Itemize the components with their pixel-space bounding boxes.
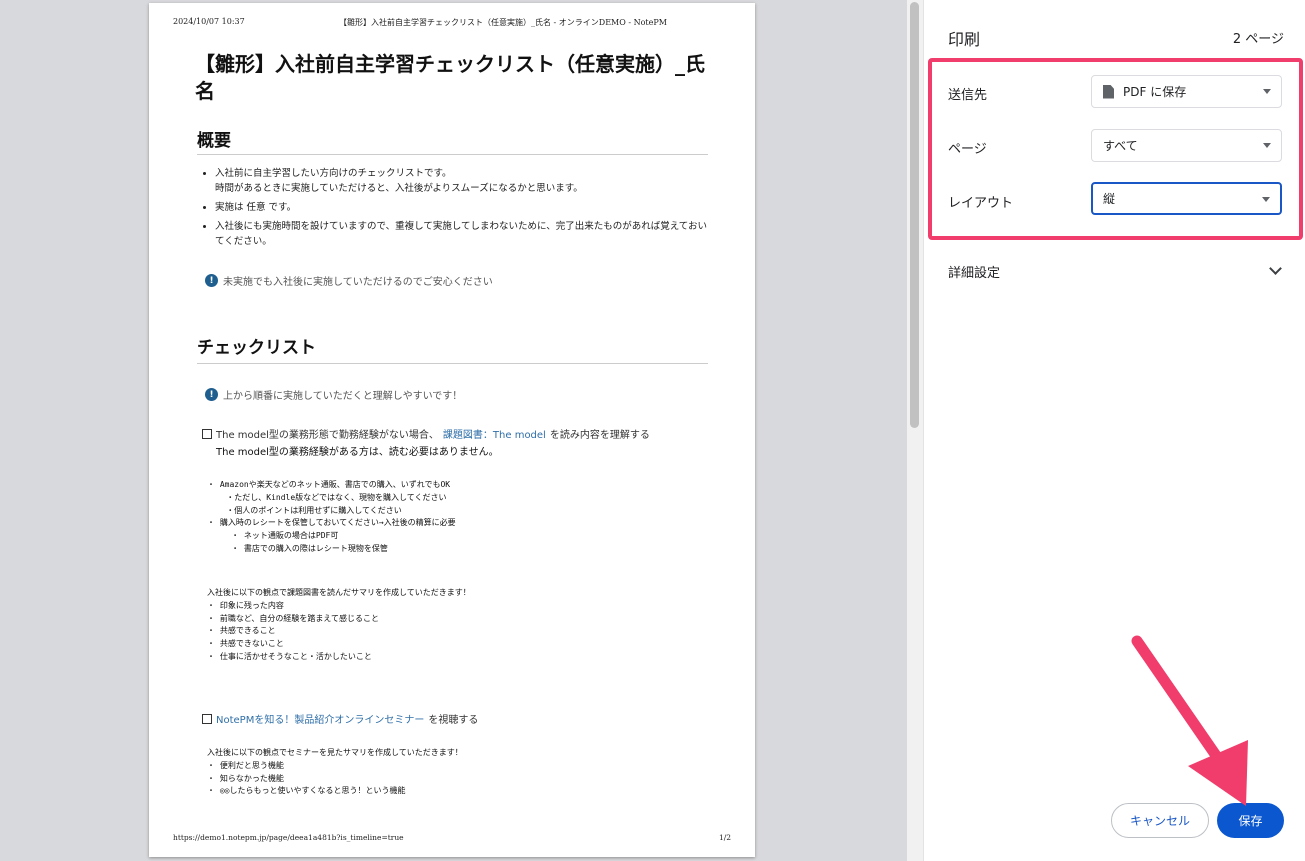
info-note: ! 未実施でも入社後に実施していただけるのでご安心ください (205, 273, 493, 288)
scrollbar-thumb[interactable] (910, 2, 919, 428)
checklist-item: NotePMを知る！製品紹介オンラインセミナー を視聴する (202, 711, 478, 726)
dropdown-arrow-icon (1263, 143, 1271, 148)
overview-list: 入社前に自主学習したい方向けのチェックリストです。時間があるときに実施していただ… (201, 166, 715, 253)
destination-value: PDF に保存 (1123, 85, 1187, 99)
pages-select[interactable]: すべて (1091, 129, 1282, 162)
divider (197, 154, 708, 155)
checklist-item: The model型の業務形態で勤務経験がない場合、 課題図書：The model… (202, 426, 650, 441)
footer-url: https://demo1.notepm.jp/page/deea1a481b?… (173, 833, 404, 842)
exclamation-icon: ! (205, 388, 218, 401)
info-note-text: 上から順番に実施していただくと理解しやすいです！ (223, 391, 463, 402)
footer-page-number: 1/2 (719, 833, 732, 842)
document-title: 【雛形】入社前自主学習チェックリスト（任意実施）_氏名 (195, 52, 705, 103)
section-heading-checklist: チェックリスト (197, 338, 316, 358)
panel-title: 印刷 (948, 30, 981, 49)
preview-page: 2024/10/07 10:37 【雛形】入社前自主学習チェックリスト（任意実施… (149, 3, 755, 857)
save-button[interactable]: 保存 (1217, 803, 1284, 838)
summary-instructions: 入社後に以下の観点で課題図書を読んだサマリを作成していただきます！ ・ 印象に残… (207, 588, 471, 661)
destination-label: 送信先 (948, 88, 988, 103)
layout-select[interactable]: 縦 (1091, 182, 1282, 215)
layout-value: 縦 (1103, 192, 1116, 206)
info-note-text: 未実施でも入社後に実施していただけるのでご安心ください (223, 277, 493, 288)
document-icon (1103, 84, 1114, 99)
seminar-instructions: 入社後に以下の観点でセミナーを見たサマリを作成していただきます！ ・ 便利だと思… (207, 748, 463, 796)
book-link: 課題図書：The model (442, 430, 546, 441)
dropdown-arrow-icon (1262, 197, 1270, 202)
header-title: 【雛形】入社前自主学習チェックリスト（任意実施）_氏名 - オンラインDEMO … (339, 18, 667, 27)
more-settings-toggle[interactable]: 詳細設定 (948, 262, 1000, 281)
exclamation-icon: ! (205, 274, 218, 287)
header-date: 2024/10/07 10:37 (173, 17, 245, 26)
dropdown-arrow-icon (1263, 89, 1271, 94)
list-item: 入社前に自主学習したい方向けのチェックリストです。時間があるときに実施していただ… (215, 166, 715, 196)
purchase-instructions: ・ Amazonや楽天などのネット通販、書店での購入、いずれでもOK ・ただし、… (207, 480, 456, 553)
info-note: ! 上から順番に実施していただくと理解しやすいです！ (205, 387, 462, 402)
seminar-link: NotePMを知る！製品紹介オンラインセミナー (216, 715, 425, 726)
chevron-down-icon[interactable] (1269, 262, 1282, 275)
pages-label: ページ (948, 142, 987, 157)
preview-scrollbar[interactable] (907, 0, 923, 861)
print-preview-area: 2024/10/07 10:37 【雛形】入社前自主学習チェックリスト（任意実施… (0, 0, 907, 861)
checkbox (202, 713, 212, 724)
list-item: 実施は 任意 です。 (215, 200, 715, 215)
checkbox (202, 428, 212, 439)
print-settings-panel: 印刷 2 ページ 送信先 PDF に保存 ページ すべて レイアウト 縦 詳細設… (923, 0, 1305, 861)
checklist-note: The model型の業務経験がある方は、読む必要はありません。 (216, 447, 499, 458)
page-count: 2 ページ (1232, 32, 1284, 47)
list-item: 入社後にも実施時間を設けていますので、重複して実施してしまわないために、完了出来… (215, 219, 715, 249)
pages-value: すべて (1103, 139, 1138, 153)
layout-label: レイアウト (948, 196, 1014, 211)
cancel-button[interactable]: キャンセル (1111, 803, 1209, 838)
destination-select[interactable]: PDF に保存 (1091, 75, 1282, 108)
divider (197, 363, 708, 364)
section-heading-overview: 概要 (197, 131, 231, 151)
